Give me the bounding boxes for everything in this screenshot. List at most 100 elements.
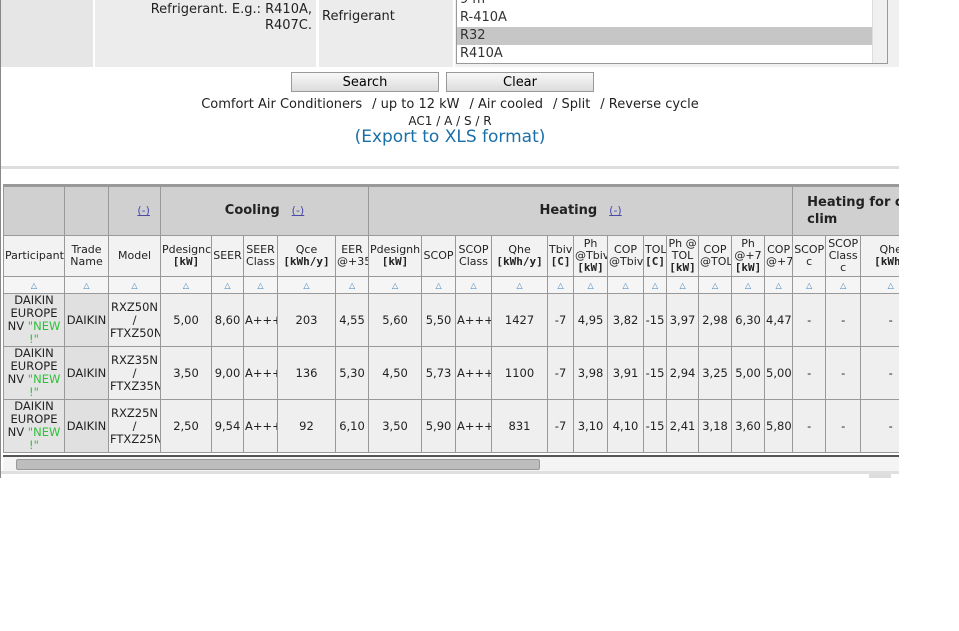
scrollbar-thumb[interactable] <box>16 459 540 470</box>
horizontal-scrollbar[interactable] <box>3 455 899 471</box>
value-cell: 5,30 <box>334 346 370 400</box>
listbox-scrollbar[interactable] <box>872 0 887 63</box>
column-header[interactable]: Qhe [kWh/y] <box>491 235 549 277</box>
column-header[interactable]: Ph @ TOL [kW] <box>666 235 700 277</box>
refrigerant-hint: Refrigerant. E.g.: R410A, R407C. <box>150 2 312 33</box>
column-header-text: @TOL <box>700 255 732 268</box>
sort-ascending-icon[interactable]: △ <box>666 276 700 294</box>
refrigerant-option[interactable]: R410A <box>457 45 887 63</box>
refrigerant-option[interactable]: R-410A <box>457 9 887 27</box>
column-header[interactable]: Trade Name <box>64 235 109 277</box>
sort-ascending-icon[interactable]: △ <box>277 276 336 294</box>
value-cell: 3,98 <box>573 346 609 400</box>
value-cell: 9,54 <box>211 399 244 453</box>
sort-ascending-icon[interactable]: △ <box>108 276 161 294</box>
sort-ascending-icon[interactable]: △ <box>860 276 899 294</box>
refrigerant-option[interactable]: R32 <box>457 27 887 45</box>
column-header-text: c <box>806 255 813 268</box>
column-header-text: @+7 <box>766 255 793 268</box>
results-table: (-) Cooling (-) Heating (-) Heating for c … <box>3 186 899 453</box>
sort-ascending-icon[interactable]: △ <box>643 276 668 294</box>
sort-ascending-icon[interactable]: △ <box>211 276 244 294</box>
sort-ascending-icon[interactable]: △ <box>421 276 457 294</box>
column-header[interactable]: Ph @Tbiv [kW] <box>573 235 609 277</box>
trade-name-cell: DAIKIN <box>64 346 109 400</box>
column-header[interactable]: SCOP c <box>792 235 827 277</box>
column-header[interactable]: COP @Tbiv <box>607 235 645 277</box>
column-header[interactable]: Participant <box>3 235 65 277</box>
sort-ascending-icon[interactable]: △ <box>764 276 794 294</box>
participant-cell: DAIKIN EUROPE NV "NEW !" <box>3 293 65 347</box>
sort-ascending-icon[interactable]: △ <box>731 276 766 294</box>
column-header[interactable]: Pdesignc [kW] <box>160 235 212 277</box>
collapse-heating-link[interactable]: (-) <box>609 204 622 217</box>
sort-ascending-icon[interactable]: △ <box>573 276 609 294</box>
column-header[interactable]: Ph @+7 [kW] <box>731 235 766 277</box>
column-header[interactable]: TOL [C] <box>643 235 668 277</box>
collapse-cooling-link[interactable]: (-) <box>292 204 305 217</box>
sort-ascending-icon[interactable]: △ <box>792 276 827 294</box>
sort-ascending-icon[interactable]: △ <box>455 276 493 294</box>
clear-button[interactable]: Clear <box>446 72 594 92</box>
column-header-text: [kWh/y] <box>496 255 543 268</box>
value-cell: A+++ <box>243 399 278 453</box>
value-cell: 2,50 <box>160 399 212 453</box>
column-header[interactable]: COP @TOL <box>698 235 733 277</box>
refrigerant-option[interactable]: 9 m <box>457 0 887 9</box>
sort-ascending-icon[interactable]: △ <box>64 276 109 294</box>
model-text: / <box>132 365 137 380</box>
sort-ascending-icon[interactable]: △ <box>825 276 862 294</box>
form-cell <box>1 0 93 67</box>
sort-ascending-icon[interactable]: △ <box>368 276 423 294</box>
column-header[interactable]: SCOP <box>421 235 457 277</box>
group-empty <box>64 186 109 236</box>
value-cell: 3,10 <box>573 399 609 453</box>
table-row: DAIKIN EUROPE NV "NEW !" DAIKIN RXZ25N / FTX… <box>3 399 899 453</box>
column-header[interactable]: SCOP Class <box>455 235 493 277</box>
value-cell: 4,50 <box>368 346 423 400</box>
value-cell: A+++ <box>455 399 493 453</box>
trade-name-cell: DAIKIN <box>64 293 109 347</box>
sort-ascending-icon[interactable]: △ <box>243 276 278 294</box>
column-header[interactable]: Qce [kWh/y] <box>277 235 336 277</box>
sort-ascending-icon[interactable]: △ <box>491 276 549 294</box>
export-xls-link[interactable]: (Export to XLS format) <box>1 127 899 147</box>
breadcrumb-item: / up to 12 kW <box>372 97 460 112</box>
value-cell: 3,91 <box>607 346 645 400</box>
sort-ascending-icon[interactable]: △ <box>160 276 212 294</box>
refrigerant-listbox[interactable]: 9 mR-410AR32R410A <box>456 0 888 64</box>
model-text: / <box>132 418 137 433</box>
column-header[interactable]: Pdesignh [kW] <box>368 235 423 277</box>
value-cell: 6,10 <box>334 399 370 453</box>
sort-ascending-icon[interactable]: △ <box>698 276 733 294</box>
breadcrumb-item: Comfort Air Conditioners <box>201 97 363 112</box>
column-header[interactable]: SEER Class <box>243 235 278 277</box>
column-header[interactable]: SCOP Class c <box>825 235 862 277</box>
resize-grip[interactable] <box>869 474 891 478</box>
sort-ascending-icon[interactable]: △ <box>334 276 370 294</box>
column-header[interactable]: EER @+35 <box>334 235 370 277</box>
value-cell: 2,94 <box>666 346 700 400</box>
value-cell: 5,00 <box>764 346 794 400</box>
column-header[interactable]: COP @+7 <box>764 235 794 277</box>
column-header-text: [kW] <box>381 255 409 268</box>
column-header-text: @+35 <box>337 255 369 268</box>
group-heating-colder: Heating for c clim <box>792 186 899 236</box>
table-row: DAIKIN EUROPE NV "NEW !" DAIKIN RXZ35N / FTX… <box>3 346 899 400</box>
column-header[interactable]: Model <box>108 235 161 277</box>
model-text: FTXZ35N <box>110 378 161 393</box>
search-button[interactable]: Search <box>291 72 439 92</box>
column-header[interactable]: SEER <box>211 235 244 277</box>
sort-ascending-icon[interactable]: △ <box>547 276 575 294</box>
value-cell: 5,73 <box>421 346 457 400</box>
column-header[interactable]: Qhe[kWh/ <box>860 235 899 277</box>
group-heating: Heating (-) <box>368 186 794 236</box>
column-header-text: c <box>840 261 847 274</box>
value-cell: 4,47 <box>764 293 794 347</box>
value-cell: - <box>825 399 862 453</box>
column-header[interactable]: Tbiv [C] <box>547 235 575 277</box>
sort-ascending-icon[interactable]: △ <box>607 276 645 294</box>
collapse-link[interactable]: (-) <box>137 204 150 217</box>
value-cell: -7 <box>547 346 575 400</box>
sort-ascending-icon[interactable]: △ <box>3 276 65 294</box>
